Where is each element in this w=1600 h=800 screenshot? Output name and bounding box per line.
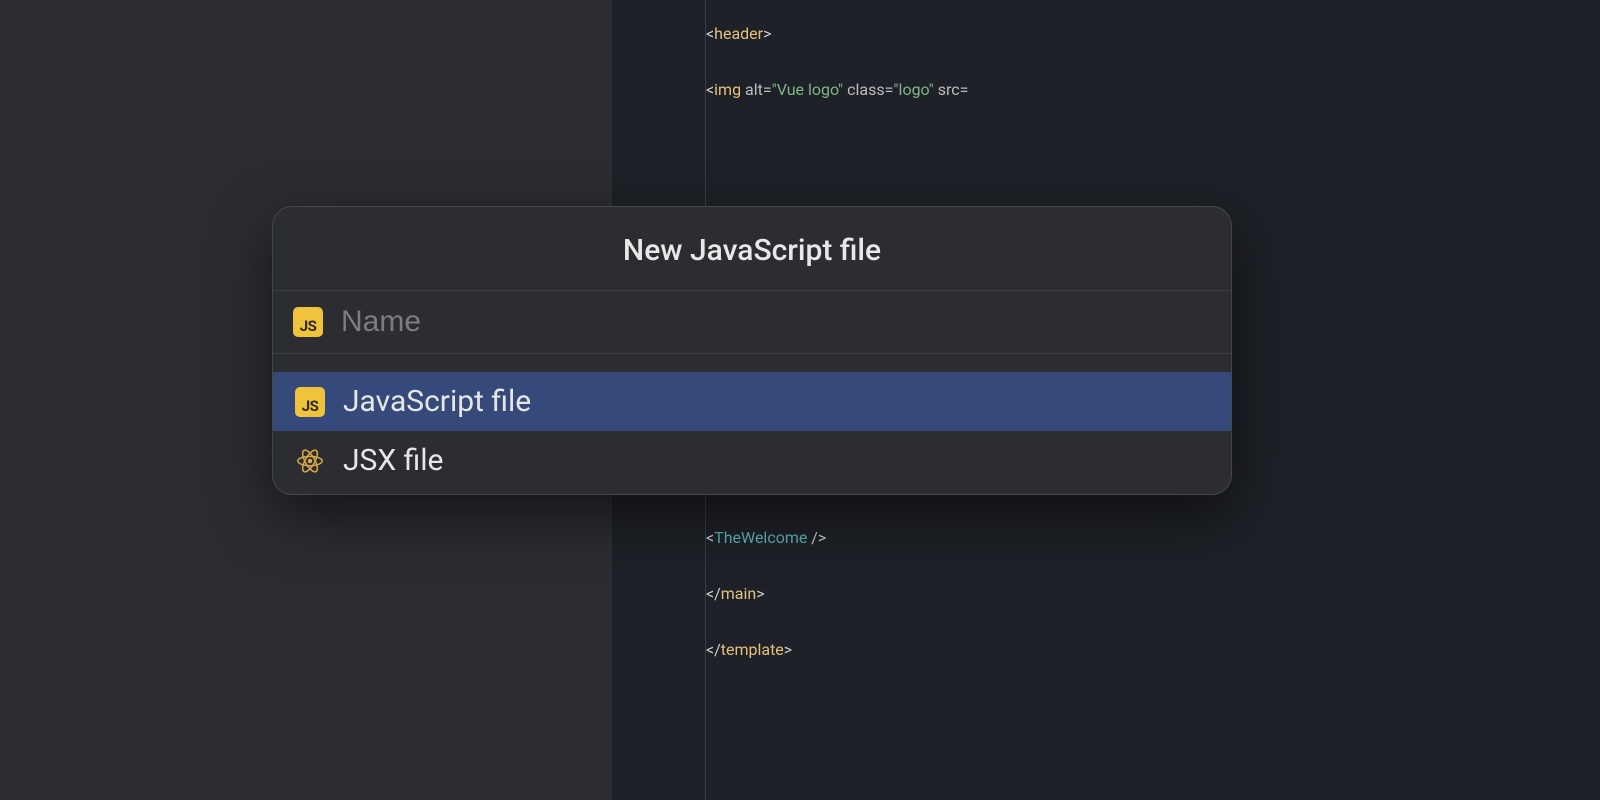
js-icon: JS: [293, 307, 323, 337]
code-line: <header>: [706, 24, 771, 80]
code-line: <template>: [706, 0, 786, 24]
file-type-option[interactable]: JSX file: [273, 431, 1231, 490]
file-type-list: JS JavaScript file JSX file: [273, 354, 1231, 494]
code-line: <img alt="Vue logo" class="logo" src=: [706, 80, 968, 136]
code-line: </template>: [706, 640, 792, 696]
js-icon: JS: [295, 387, 325, 417]
file-name-row: JS: [273, 291, 1231, 354]
new-file-dialog: New JavaScript file JS JS JavaScript file…: [272, 206, 1232, 495]
file-type-label: JavaScript file: [343, 384, 531, 419]
dialog-title: New JavaScript file: [273, 207, 1231, 291]
file-type-label: JSX file: [343, 443, 443, 478]
code-line: <TheWelcome />: [706, 528, 826, 584]
file-name-input[interactable]: [341, 305, 1211, 339]
code-line: </main>: [706, 584, 765, 640]
react-icon: [295, 446, 325, 476]
file-type-option[interactable]: JS JavaScript file: [273, 372, 1231, 431]
